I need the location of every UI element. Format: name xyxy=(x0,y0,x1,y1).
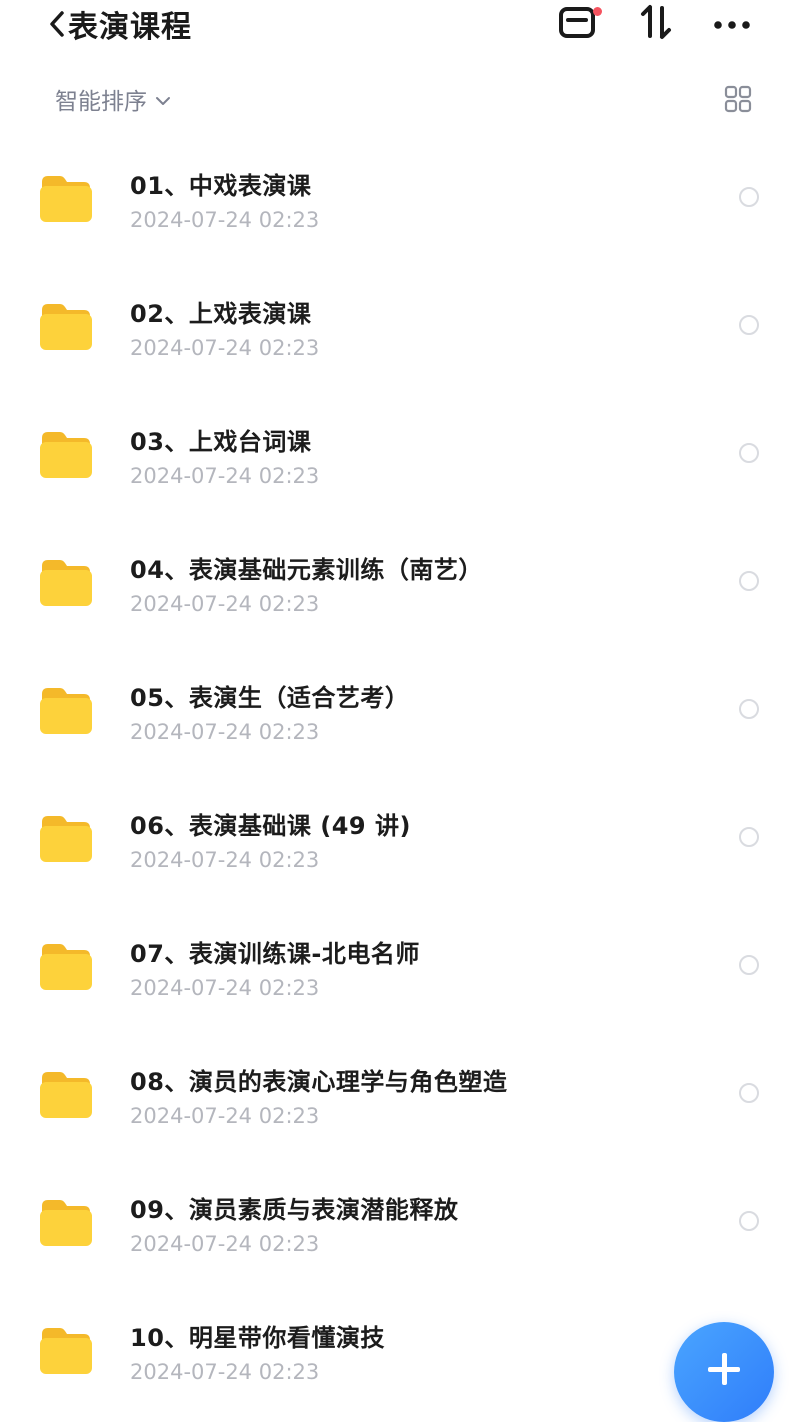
folder-icon xyxy=(38,1068,94,1120)
file-list-item[interactable]: 10、明星带你看懂演技 2024-07-24 02:23 xyxy=(0,1286,790,1414)
file-list-item[interactable]: 08、演员的表演心理学与角色塑造 2024-07-24 02:23 xyxy=(0,1030,790,1158)
chevron-down-icon xyxy=(147,86,171,112)
folder-icon xyxy=(38,172,94,224)
file-date: 2024-07-24 02:23 xyxy=(130,1232,320,1256)
file-date: 2024-07-24 02:23 xyxy=(130,848,320,872)
back-button[interactable]: 表演课程 xyxy=(48,2,192,46)
select-radio[interactable] xyxy=(739,1083,759,1103)
file-list-item[interactable]: 05、表演生（适合艺考） 2024-07-24 02:23 xyxy=(0,646,790,774)
file-list-item[interactable]: 03、上戏台词课 2024-07-24 02:23 xyxy=(0,390,790,518)
folder-icon xyxy=(38,1324,94,1376)
notification-dot xyxy=(593,7,602,16)
transfer-list-icon xyxy=(558,5,602,43)
file-name: 03、上戏台词课 xyxy=(130,428,312,456)
file-name: 10、明星带你看懂演技 xyxy=(130,1324,385,1352)
file-date: 2024-07-24 02:23 xyxy=(130,208,320,232)
file-name: 01、中戏表演课 xyxy=(130,172,312,200)
file-date: 2024-07-24 02:23 xyxy=(130,464,320,488)
file-name: 02、上戏表演课 xyxy=(130,300,312,328)
file-name: 07、表演训练课-北电名师 xyxy=(130,940,420,968)
folder-icon xyxy=(38,684,94,736)
list-toolbar: 智能排序 xyxy=(0,76,790,122)
sort-arrows-icon xyxy=(639,4,673,44)
select-radio[interactable] xyxy=(739,187,759,207)
app-header: 表演课程 xyxy=(0,0,790,50)
file-date: 2024-07-24 02:23 xyxy=(130,336,320,360)
sort-label: 智能排序 xyxy=(55,89,147,115)
folder-icon xyxy=(38,556,94,608)
more-button[interactable] xyxy=(710,2,754,46)
grid-view-icon xyxy=(724,85,752,117)
file-date: 2024-07-24 02:23 xyxy=(130,720,320,744)
select-radio[interactable] xyxy=(739,443,759,463)
file-name: 06、表演基础课 (49 讲) xyxy=(130,812,411,840)
folder-icon xyxy=(38,300,94,352)
file-name: 04、表演基础元素训练（南艺） xyxy=(130,556,483,584)
more-icon xyxy=(713,15,751,34)
select-radio[interactable] xyxy=(739,699,759,719)
select-radio[interactable] xyxy=(739,1211,759,1231)
file-list-item[interactable]: 04、表演基础元素训练（南艺） 2024-07-24 02:23 xyxy=(0,518,790,646)
select-radio[interactable] xyxy=(739,315,759,335)
sort-order-button[interactable] xyxy=(636,2,676,46)
page-title: 表演课程 xyxy=(68,10,192,45)
grid-view-button[interactable] xyxy=(724,85,752,117)
file-date: 2024-07-24 02:23 xyxy=(130,592,320,616)
smart-sort-dropdown[interactable]: 智能排序 xyxy=(55,82,171,116)
folder-icon xyxy=(38,428,94,480)
file-list-item[interactable]: 02、上戏表演课 2024-07-24 02:23 xyxy=(0,262,790,390)
file-date: 2024-07-24 02:23 xyxy=(130,1104,320,1128)
folder-icon xyxy=(38,1196,94,1248)
file-date: 2024-07-24 02:23 xyxy=(130,976,320,1000)
add-button[interactable] xyxy=(674,1322,774,1422)
folder-icon xyxy=(38,812,94,864)
file-name: 05、表演生（适合艺考） xyxy=(130,684,410,712)
file-list-item[interactable]: 09、演员素质与表演潜能释放 2024-07-24 02:23 xyxy=(0,1158,790,1286)
file-list-item[interactable]: 07、表演训练课-北电名师 2024-07-24 02:23 xyxy=(0,902,790,1030)
select-radio[interactable] xyxy=(739,827,759,847)
select-radio[interactable] xyxy=(739,955,759,975)
select-radio[interactable] xyxy=(739,571,759,591)
file-name: 08、演员的表演心理学与角色塑造 xyxy=(130,1068,508,1096)
file-date: 2024-07-24 02:23 xyxy=(130,1360,320,1384)
folder-icon xyxy=(38,940,94,992)
file-name: 09、演员素质与表演潜能释放 xyxy=(130,1196,459,1224)
transfer-list-button[interactable] xyxy=(556,2,602,46)
back-chevron-icon xyxy=(48,9,66,39)
file-list-item[interactable]: 01、中戏表演课 2024-07-24 02:23 xyxy=(0,134,790,262)
file-list-item[interactable]: 06、表演基础课 (49 讲) 2024-07-24 02:23 xyxy=(0,774,790,902)
